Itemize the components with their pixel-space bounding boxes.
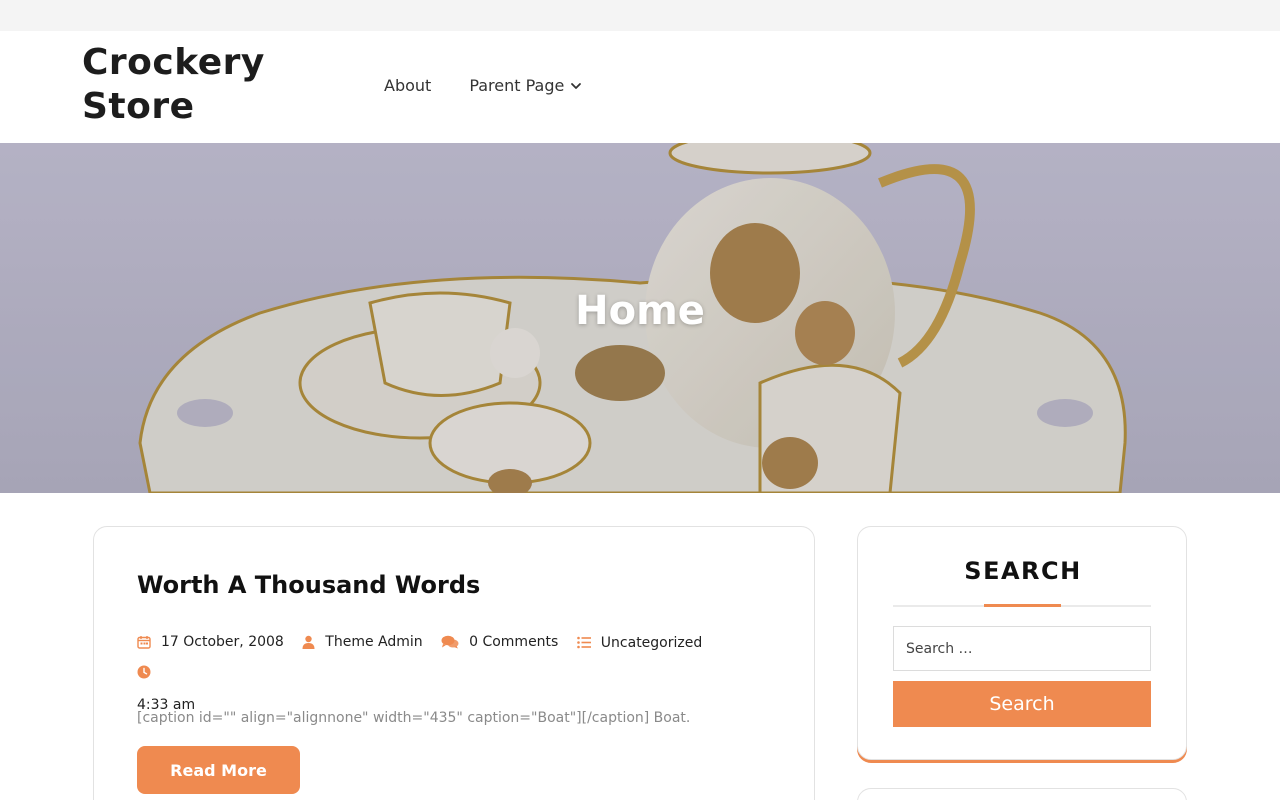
read-more-button[interactable]: Read More [137, 746, 300, 794]
post-title[interactable]: Worth A Thousand Words [137, 571, 480, 599]
widget-title: SEARCH [964, 557, 1082, 585]
post-date[interactable]: 17 October, 2008 [137, 627, 284, 657]
site-title[interactable]: Crockery Store [82, 41, 312, 129]
post-comments-text: 0 Comments [469, 634, 559, 650]
search-input[interactable] [893, 626, 1151, 671]
hero-banner: Home [0, 143, 1280, 493]
page-title: Home [575, 288, 705, 334]
search-button[interactable]: Search [893, 681, 1151, 727]
search-widget: SEARCH Search [857, 526, 1187, 760]
post-card: Worth A Thousand Words 17 October, 2008 … [93, 526, 815, 800]
comments-icon [441, 635, 459, 649]
top-bar [0, 0, 1280, 31]
nav-item-label: About [384, 76, 432, 95]
widget-divider-accent [984, 604, 1061, 607]
post-author-text: Theme Admin [325, 634, 423, 650]
post-category-text: Uncategorized [600, 634, 703, 651]
post-time [137, 665, 161, 679]
calendar-icon [137, 636, 151, 649]
sidebar-widget [857, 788, 1187, 800]
post-date-text: 17 October, 2008 [161, 634, 284, 650]
post-excerpt: [caption id="" align="alignnone" width="… [137, 710, 691, 726]
main-nav: About Parent Page [384, 76, 620, 95]
list-icon [576, 636, 591, 649]
user-icon [302, 635, 315, 649]
clock-icon [137, 665, 151, 679]
site-header: Crockery Store About Parent Page [0, 31, 1280, 143]
post-author[interactable]: Theme Admin [302, 627, 423, 657]
nav-item-about[interactable]: About [384, 76, 431, 95]
post-category[interactable]: Uncategorized [576, 628, 703, 658]
post-comments[interactable]: 0 Comments [441, 627, 558, 657]
chevron-down-icon [571, 82, 582, 89]
post-meta: 17 October, 2008 Theme Admin 0 Comments [137, 627, 757, 720]
nav-item-label: Parent Page [469, 76, 565, 95]
nav-item-parent-page[interactable]: Parent Page [469, 76, 582, 95]
